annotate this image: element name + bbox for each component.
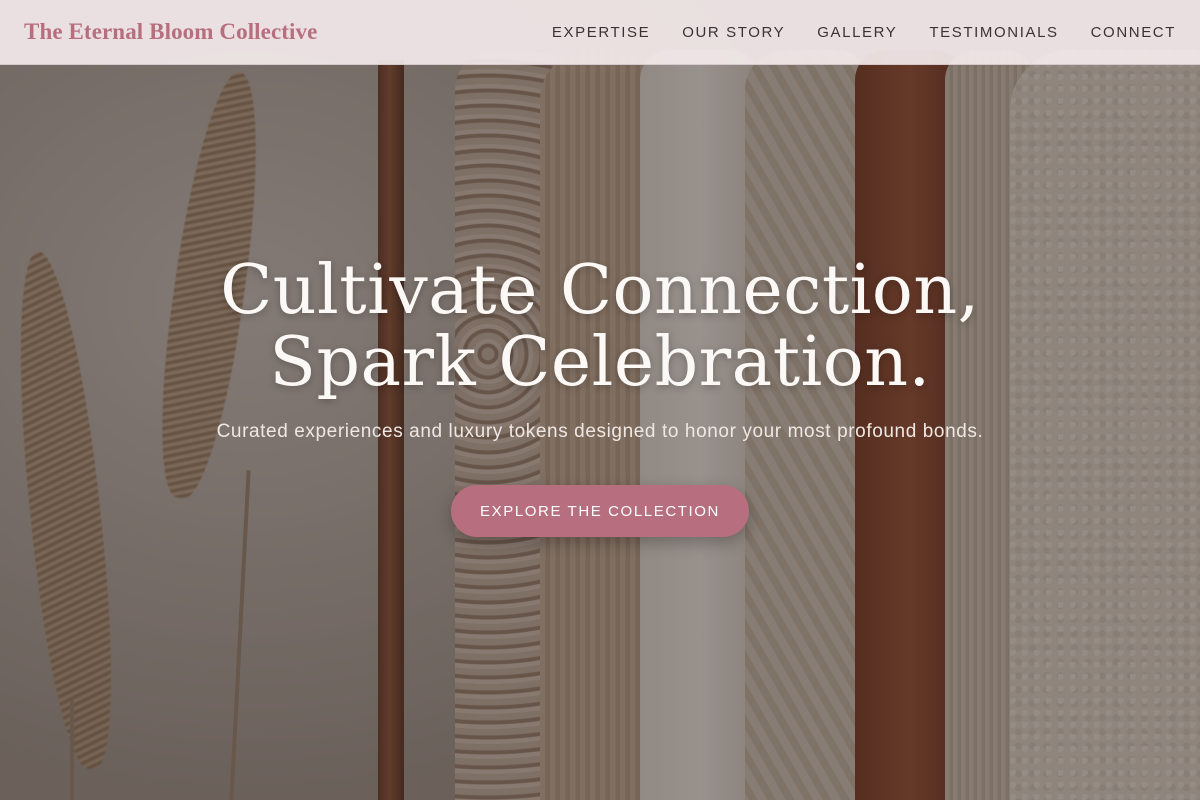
hero-headline-line1: Cultivate Connection, [220, 251, 980, 330]
hero-subheadline: Curated experiences and luxury tokens de… [216, 421, 984, 442]
explore-collection-button[interactable]: EXPLORE THE COLLECTION [451, 485, 749, 537]
brand-logo-link[interactable]: The Eternal Bloom Collective [24, 19, 317, 45]
nav-link-testimonials[interactable]: TESTIMONIALS [929, 24, 1058, 41]
nav-link-expertise[interactable]: EXPERTISE [552, 24, 650, 41]
nav-link-our-story[interactable]: OUR STORY [682, 24, 785, 41]
hero-section: The Eternal Bloom Collective EXPERTISE O… [0, 0, 1200, 800]
nav-link-connect[interactable]: CONNECT [1091, 24, 1176, 41]
hero-content: Cultivate Connection, Spark Celebration.… [0, 255, 1200, 537]
hero-headline-line2: Spark Celebration. [269, 323, 931, 402]
hero-headline: Cultivate Connection, Spark Celebration. [0, 255, 1200, 399]
nav-links: EXPERTISE OUR STORY GALLERY TESTIMONIALS… [552, 24, 1176, 41]
top-navbar: The Eternal Bloom Collective EXPERTISE O… [0, 0, 1200, 65]
nav-link-gallery[interactable]: GALLERY [817, 24, 897, 41]
